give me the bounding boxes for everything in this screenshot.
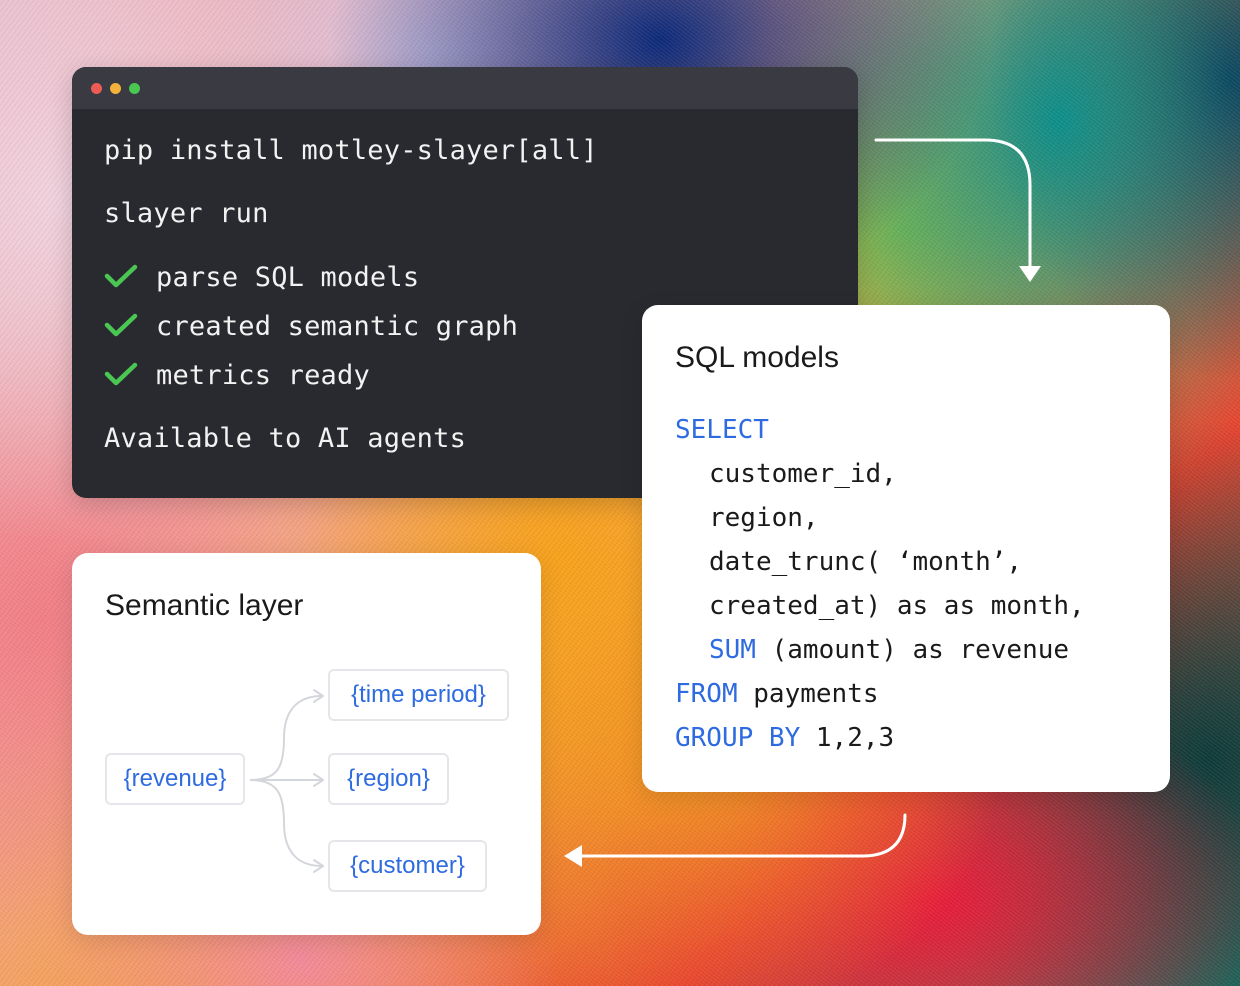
sql-models-title: SQL models <box>675 341 839 374</box>
sql-sum-line: SUM (amount) as revenue <box>709 635 1069 665</box>
sql-from-table: payments <box>737 679 879 709</box>
sql-models-card: SQL models SELECT customer_id, region, d… <box>642 305 1170 792</box>
step-label: parse SQL models <box>156 262 420 293</box>
sql-field-line: created_at) as as month, <box>709 591 1085 621</box>
terminal-title-bar <box>72 67 858 109</box>
step-parse-models: parse SQL models <box>104 262 419 293</box>
customer-dimension-chip[interactable]: {customer} <box>328 840 487 892</box>
semantic-layer-card: Semantic layer {revenue} {time period} {… <box>72 553 541 935</box>
sql-sum-keyword: SUM <box>709 635 756 665</box>
step-label: created semantic graph <box>156 311 519 342</box>
connector-to-customer <box>249 779 323 867</box>
revenue-metric-chip[interactable]: {revenue} <box>105 753 245 805</box>
step-metrics-ready: metrics ready <box>104 360 370 391</box>
time-period-dimension-chip[interactable]: {time period} <box>328 669 509 721</box>
checkmark-icon <box>104 313 138 337</box>
install-command: pip install motley-slayer[all] <box>104 135 598 166</box>
sql-from-line: FROM payments <box>675 679 879 709</box>
run-command: slayer run <box>104 198 269 229</box>
sql-sum-expression: (amount) as revenue <box>755 635 1070 665</box>
terminal-footer-text: Available to AI agents <box>104 423 467 454</box>
step-label: metrics ready <box>156 360 370 391</box>
sql-field-line: date_trunc( ‘month’, <box>709 547 1023 577</box>
maximize-window-dot[interactable] <box>129 83 140 94</box>
step-semantic-graph: created semantic graph <box>104 311 518 342</box>
region-dimension-chip[interactable]: {region} <box>328 753 449 805</box>
minimize-window-dot[interactable] <box>110 83 121 94</box>
sql-group-columns: 1,2,3 <box>800 723 895 753</box>
sql-field-line: region, <box>709 503 819 533</box>
sql-select-keyword: SELECT <box>675 415 769 445</box>
sql-field-line: customer_id, <box>709 459 897 489</box>
close-window-dot[interactable] <box>91 83 102 94</box>
sql-group-keyword: GROUP BY <box>675 723 801 753</box>
connector-to-time-period <box>249 695 323 781</box>
checkmark-icon <box>104 264 138 288</box>
sql-group-line: GROUP BY 1,2,3 <box>675 723 894 753</box>
checkmark-icon <box>104 362 138 386</box>
sql-from-keyword: FROM <box>675 679 738 709</box>
